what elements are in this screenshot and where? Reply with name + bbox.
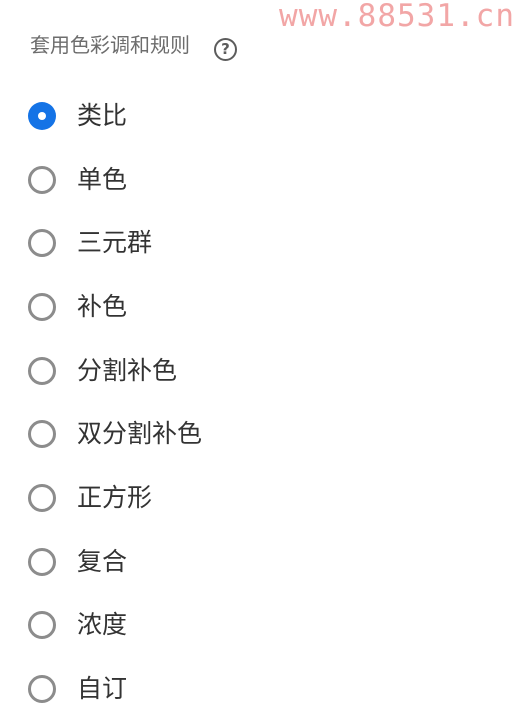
radio-button[interactable] (28, 675, 56, 704)
radio-option-shades[interactable]: 浓度 (28, 594, 202, 658)
panel-title: 套用色彩调和规则 (30, 33, 190, 57)
radio-label: 复合 (77, 546, 128, 576)
radio-label: 三元群 (77, 228, 153, 258)
radio-option-double-split-complementary[interactable]: 双分割补色 (28, 402, 202, 466)
radio-label: 单色 (77, 164, 128, 194)
radio-label: 补色 (77, 291, 128, 321)
radio-option-triad[interactable]: 三元群 (28, 211, 202, 275)
radio-button[interactable] (28, 101, 56, 130)
radio-button[interactable] (28, 420, 56, 449)
radio-label: 类比 (77, 100, 128, 130)
radio-label: 分割补色 (77, 355, 178, 385)
radio-button[interactable] (28, 547, 56, 576)
help-icon[interactable]: ? (214, 37, 237, 61)
radio-option-square[interactable]: 正方形 (28, 466, 202, 530)
harmony-rule-radio-group: 类比 单色 三元群 补色 分割补色 双分割补色 正方形 复合 浓度 自订 (28, 84, 202, 710)
radio-label: 自订 (77, 674, 128, 704)
radio-label: 双分割补色 (77, 419, 203, 449)
radio-option-complementary[interactable]: 补色 (28, 275, 202, 339)
radio-option-split-complementary[interactable]: 分割补色 (28, 339, 202, 403)
panel-header: 套用色彩调和规则 ? (30, 28, 237, 62)
radio-option-analogous[interactable]: 类比 (28, 84, 202, 148)
radio-option-compound[interactable]: 复合 (28, 530, 202, 594)
radio-option-custom[interactable]: 自订 (28, 657, 202, 710)
watermark: www.88531.cn (279, 0, 515, 34)
radio-button[interactable] (28, 229, 56, 258)
radio-label: 浓度 (77, 610, 128, 640)
radio-button[interactable] (28, 165, 56, 194)
radio-button[interactable] (28, 611, 56, 640)
radio-option-monochromatic[interactable]: 单色 (28, 148, 202, 212)
radio-button[interactable] (28, 356, 56, 385)
radio-button[interactable] (28, 483, 56, 512)
radio-button[interactable] (28, 292, 56, 321)
radio-label: 正方形 (77, 482, 153, 512)
